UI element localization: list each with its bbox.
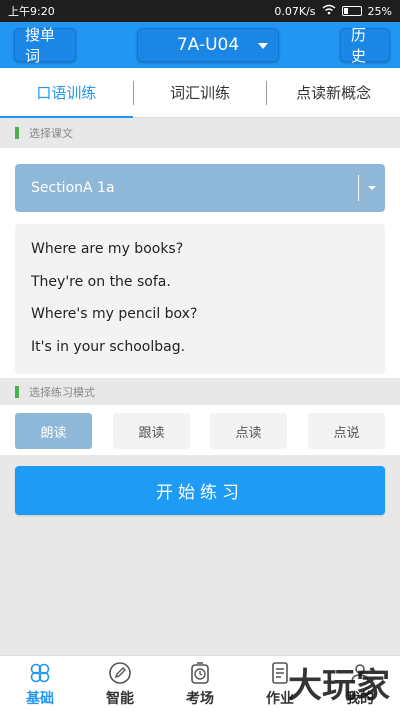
nav-label: 智能 — [106, 691, 134, 707]
nav-basic[interactable]: 基础 — [0, 656, 80, 711]
nav-label: 考场 — [186, 691, 214, 707]
mode-section-header: 选择练习模式 — [0, 378, 400, 406]
mode-follow-read[interactable]: 跟读 — [113, 413, 190, 449]
sentence-item: Where's my pencil box? — [31, 306, 198, 322]
chevron-down-icon — [258, 43, 268, 49]
lesson-dropdown[interactable]: SectionA 1a — [15, 164, 385, 212]
mode-point-read[interactable]: 点读 — [210, 413, 287, 449]
history-button[interactable]: 历史 — [340, 26, 390, 65]
dropdown-divider — [358, 175, 359, 201]
section-marker — [15, 386, 19, 398]
tab-new-concept[interactable]: 点读新概念 — [267, 68, 400, 117]
sentence-item: It's in your schoolbag. — [31, 338, 186, 355]
unit-dropdown[interactable]: 7A-U04 — [137, 28, 279, 62]
tab-bar: 口语训练 词汇训练 点读新概念 — [0, 68, 400, 118]
wifi-icon — [322, 4, 336, 18]
clover-icon — [30, 663, 50, 683]
search-word-button[interactable]: 搜单词 — [14, 26, 76, 65]
start-practice-button[interactable]: 开始练习 — [15, 466, 385, 515]
unit-value: 7A-U04 — [176, 35, 240, 55]
sentence-item: Where are my books? — [31, 241, 184, 257]
lesson-value: SectionA 1a — [31, 180, 115, 196]
section-marker — [15, 127, 19, 139]
mode-point-speak[interactable]: 点说 — [308, 413, 385, 449]
mode-panel: 朗读 跟读 点读 点说 — [0, 405, 400, 455]
nav-label: 基础 — [26, 691, 54, 707]
chevron-down-icon — [368, 186, 376, 190]
sentence-item: They're on the sofa. — [31, 273, 171, 290]
status-bar: 上午9:20 0.07K/s 25% — [0, 0, 400, 22]
battery-icon — [341, 6, 362, 16]
watermark: 大玩家 — [288, 666, 390, 706]
status-time: 上午9:20 — [8, 5, 55, 18]
mode-section-title: 选择练习模式 — [29, 386, 95, 399]
tab-speaking[interactable]: 口语训练 — [0, 68, 133, 118]
stopwatch-icon — [191, 662, 209, 684]
lesson-section-header: 选择课文 — [0, 119, 400, 147]
app-header: 搜单词 7A-U04 历史 — [0, 22, 400, 68]
nav-smart[interactable]: 智能 — [80, 656, 160, 711]
network-speed: 0.07K/s — [274, 4, 316, 18]
tab-vocabulary[interactable]: 词汇训练 — [134, 68, 267, 117]
lesson-panel: SectionA 1a Where are my books? They're … — [0, 148, 400, 378]
sentence-list: Where are my books? They're on the sofa.… — [15, 224, 385, 374]
pencil-circle-icon — [109, 662, 131, 684]
nav-exam[interactable]: 考场 — [160, 656, 240, 711]
mode-read-aloud[interactable]: 朗读 — [15, 413, 92, 449]
battery-level: 25% — [367, 4, 392, 18]
lesson-section-title: 选择课文 — [29, 127, 73, 140]
